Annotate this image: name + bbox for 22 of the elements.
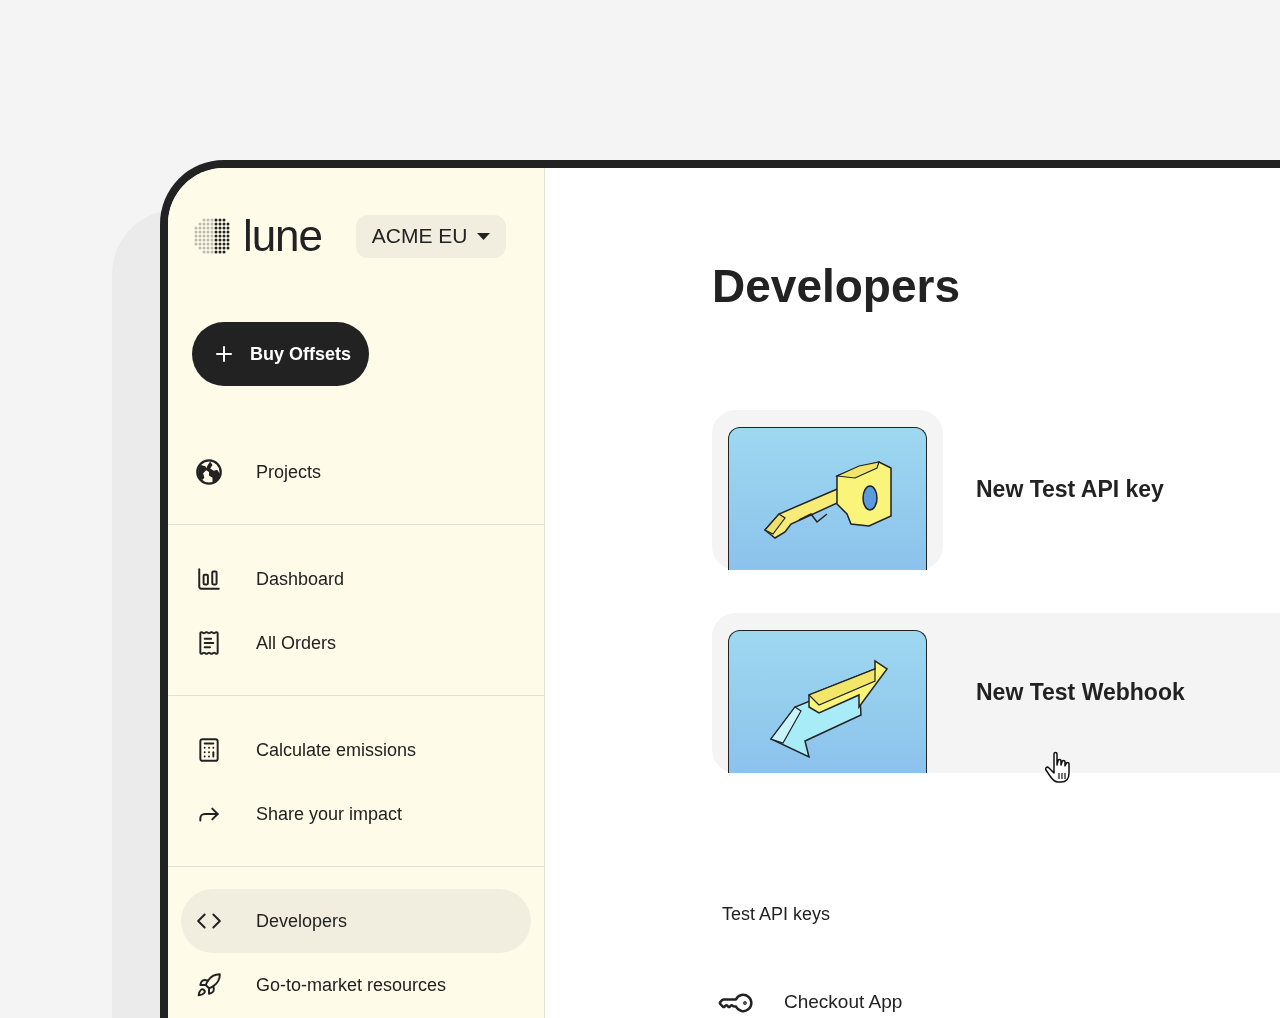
rocket-icon bbox=[196, 972, 222, 998]
card-title: New Test API key bbox=[976, 475, 1164, 505]
create-card[interactable]: New Test API key bbox=[712, 409, 1280, 570]
org-switcher[interactable]: ACME EU bbox=[355, 214, 507, 258]
api-key-name[interactable]: Checkout App bbox=[784, 988, 903, 1017]
brand-name: lune bbox=[243, 214, 322, 258]
nav-item[interactable]: Go-to-market resources bbox=[181, 953, 531, 1017]
buy-offsets-button[interactable]: Buy Offsets bbox=[192, 322, 369, 386]
nav-item[interactable]: All Orders bbox=[181, 611, 531, 675]
caret-icon bbox=[477, 232, 491, 240]
nav-item[interactable]: Share your impact bbox=[181, 782, 531, 846]
bar-chart-icon bbox=[196, 566, 222, 592]
calculator-icon bbox=[196, 737, 222, 763]
page-title: Developers bbox=[712, 259, 961, 314]
nav-item[interactable]: Dashboard bbox=[181, 547, 531, 611]
nav-item[interactable]: Projects bbox=[181, 440, 531, 504]
nav-item[interactable]: Calculate emissions bbox=[181, 718, 531, 782]
nav-item[interactable]: Developers bbox=[181, 889, 531, 953]
receipt-icon bbox=[196, 630, 222, 656]
card-title: New Test Webhook bbox=[976, 678, 1185, 708]
section-title: Test API keys bbox=[722, 902, 832, 926]
globe-icon bbox=[195, 458, 223, 486]
